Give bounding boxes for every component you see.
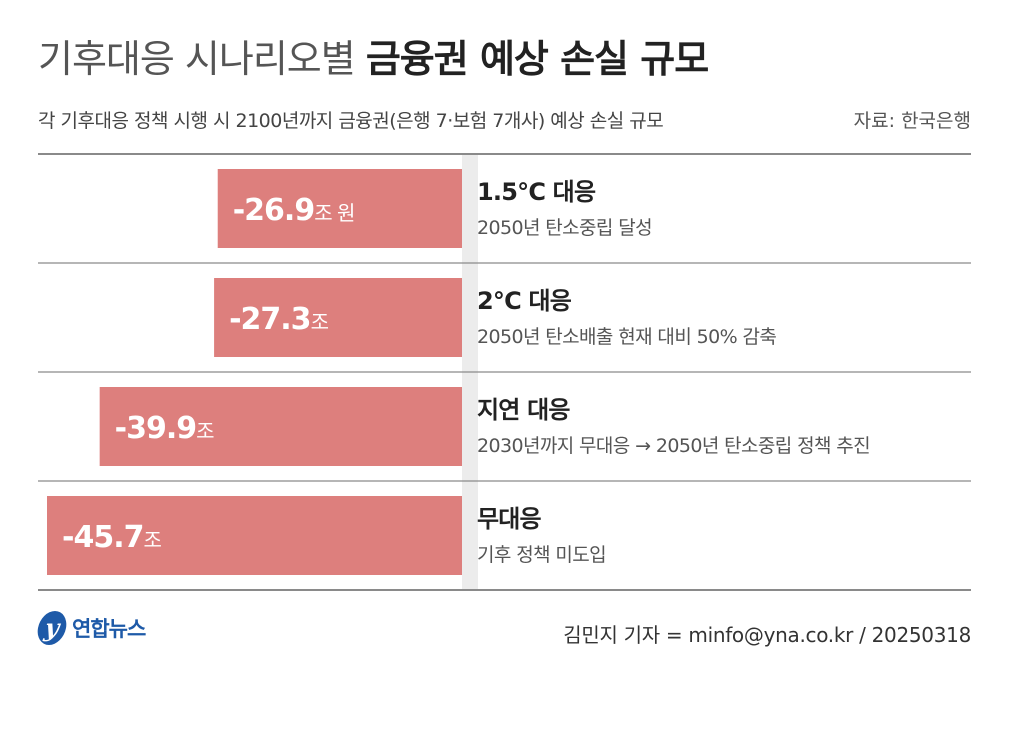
reporter-credit: 김민지 기자 = minfo@yna.co.kr / 20250318: [563, 623, 971, 647]
bar-unit: 조: [196, 419, 214, 443]
bar-value: -45.7: [62, 520, 143, 555]
category-description: 2030년까지 무대응 → 2050년 탄소중립 정책 추진: [477, 435, 870, 457]
row-shade: [462, 481, 478, 590]
bar-unit: 조: [143, 528, 161, 552]
category-label: 2°C 대응: [477, 287, 572, 315]
category-description: 2050년 탄소배출 현재 대비 50% 감축: [477, 326, 776, 348]
bar-unit: 조: [311, 310, 329, 334]
row-shade: [462, 372, 478, 481]
bar-chart: -26.9조 원1.5°C 대응2050년 탄소중립 달성-27.3조2°C 대…: [38, 153, 971, 591]
category-label: 지연 대응: [477, 396, 570, 424]
category-label: 1.5°C 대응: [477, 178, 596, 206]
row-shade: [462, 263, 478, 372]
yonhap-logo-icon: y: [35, 611, 69, 645]
category-label: 무대응: [477, 505, 542, 533]
row-shade: [462, 154, 478, 263]
bar-value: -27.3: [229, 302, 310, 337]
bar-value: -39.9: [115, 411, 196, 446]
bar-value: -26.9: [233, 193, 314, 228]
logo: y 연합뉴스: [35, 611, 146, 645]
category-description: 기후 정책 미도입: [477, 544, 606, 566]
bar-unit: 조 원: [314, 201, 354, 225]
logo-text: 연합뉴스: [72, 617, 146, 641]
category-description: 2050년 탄소중립 달성: [477, 217, 652, 239]
